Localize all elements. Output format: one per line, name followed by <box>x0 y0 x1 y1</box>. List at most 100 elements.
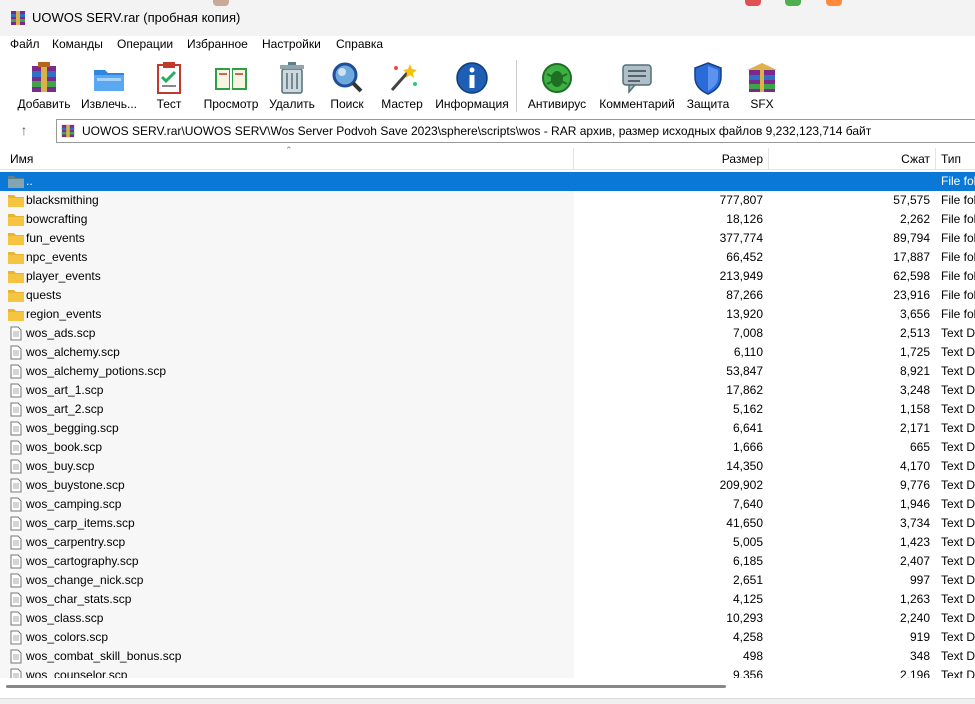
column-name[interactable]: Имя <box>10 148 33 170</box>
table-row[interactable]: region_events 13,920 3,656 File fol <box>0 305 975 324</box>
file-name: blacksmithing <box>26 193 99 207</box>
table-row[interactable]: wos_carpentry.scp 5,005 1,423 Text Do <box>0 533 975 552</box>
menu-commands[interactable]: Команды <box>52 37 103 51</box>
folder-icon <box>8 195 24 207</box>
file-type: Text Do <box>941 611 975 625</box>
file-size: 777,807 <box>719 193 763 207</box>
title-bar: UOWOS SERV.rar (пробная копия) <box>0 0 975 36</box>
table-row[interactable]: wos_book.scp 1,666 665 Text Do <box>0 438 975 457</box>
add-archive-icon <box>32 62 56 92</box>
file-name: wos_begging.scp <box>26 421 119 435</box>
file-type: Text Do <box>941 440 975 454</box>
comment-label: Комментарий <box>599 97 675 111</box>
column-divider[interactable] <box>768 148 769 170</box>
table-row[interactable]: wos_alchemy_potions.scp 53,847 8,921 Text D… <box>0 362 975 381</box>
test-button[interactable]: Тест <box>146 58 192 114</box>
view-label: Просмотр <box>203 97 259 111</box>
menu-favorites[interactable]: Избранное <box>187 37 248 51</box>
view-button[interactable]: Просмотр <box>200 58 262 114</box>
sort-arrow-icon: ⌃ <box>285 145 293 155</box>
magnifier-icon <box>332 62 363 93</box>
file-size: 7,640 <box>732 497 763 511</box>
table-row[interactable]: wos_combat_skill_bonus.scp 498 348 Text Do <box>0 647 975 666</box>
text-file-icon <box>10 497 22 512</box>
text-file-icon <box>10 326 22 341</box>
menu-operations[interactable]: Операции <box>117 37 173 51</box>
file-name: region_events <box>26 307 102 321</box>
file-type: File fol <box>941 231 975 245</box>
file-packed-size: 9,776 <box>899 478 930 492</box>
column-divider[interactable] <box>573 148 574 170</box>
bug-shield-icon <box>542 63 572 93</box>
text-file-icon <box>10 573 22 588</box>
file-name: wos_char_stats.scp <box>26 592 132 606</box>
table-row[interactable]: wos_ads.scp 7,008 2,513 Text Do <box>0 324 975 343</box>
table-row[interactable]: wos_class.scp 10,293 2,240 Text Do <box>0 609 975 628</box>
table-row[interactable]: wos_change_nick.scp 2,651 997 Text Do <box>0 571 975 590</box>
column-size[interactable]: Размер <box>580 148 763 170</box>
sfx-button[interactable]: SFX <box>738 58 786 114</box>
table-row[interactable]: wos_art_1.scp 17,862 3,248 Text Do <box>0 381 975 400</box>
antivirus-button[interactable]: Антивирус <box>524 58 590 114</box>
find-button[interactable]: Поиск <box>324 58 370 114</box>
up-arrow-icon: ↑ <box>20 122 28 138</box>
table-row[interactable]: bowcrafting 18,126 2,262 File fol <box>0 210 975 229</box>
table-row[interactable]: wos_camping.scp 7,640 1,946 Text Do <box>0 495 975 514</box>
extract-label: Извлечь... <box>80 97 137 111</box>
file-packed-size: 2,240 <box>899 611 930 625</box>
column-divider[interactable] <box>935 148 936 170</box>
file-size: 13,920 <box>726 307 763 321</box>
file-type: Text Do <box>941 516 975 530</box>
table-row[interactable]: blacksmithing 777,807 57,575 File fol <box>0 191 975 210</box>
column-type[interactable]: Тип <box>941 148 961 170</box>
comment-button[interactable]: Комментарий <box>596 58 678 114</box>
file-size: 498 <box>742 649 763 663</box>
scrollbar-thumb[interactable] <box>6 685 726 688</box>
file-type: Text Do <box>941 630 975 644</box>
extract-button[interactable]: Извлечь... <box>78 58 140 114</box>
file-name: wos_camping.scp <box>26 497 122 511</box>
table-row[interactable]: wos_carp_items.scp 41,650 3,734 Text Do <box>0 514 975 533</box>
menu-settings[interactable]: Настройки <box>262 37 321 51</box>
delete-button[interactable]: Удалить <box>266 58 318 114</box>
file-name: wos_art_1.scp <box>26 383 104 397</box>
up-folder-button[interactable]: ↑ <box>14 122 34 140</box>
menu-help[interactable]: Справка <box>336 37 383 51</box>
table-row[interactable]: wos_buystone.scp 209,902 9,776 Text Do <box>0 476 975 495</box>
protect-shield-icon <box>694 62 722 95</box>
parent-folder-row[interactable]: .. File fol <box>0 172 975 191</box>
table-row[interactable]: npc_events 66,452 17,887 File fol <box>0 248 975 267</box>
table-row[interactable]: wos_buy.scp 14,350 4,170 Text Do <box>0 457 975 476</box>
file-size: 6,110 <box>733 345 763 359</box>
table-row[interactable]: wos_counselor.scp 9,356 2,196 Text Do <box>0 666 975 678</box>
table-row[interactable]: wos_cartography.scp 6,185 2,407 Text Do <box>0 552 975 571</box>
column-packed[interactable]: Сжат <box>770 148 930 170</box>
file-size: 2,651 <box>732 573 763 587</box>
path-text: UOWOS SERV.rar\UOWOS SERV\Wos Server Pod… <box>82 124 872 138</box>
info-button[interactable]: Информация <box>432 58 512 114</box>
protect-button[interactable]: Защита <box>684 58 732 114</box>
name-cell-background <box>0 229 574 248</box>
file-size: 66,452 <box>726 250 763 264</box>
text-file-icon <box>10 516 22 531</box>
address-bar: ↑ UOWOS SERV.rar\UOWOS SERV\Wos Server P… <box>0 116 975 146</box>
horizontal-scrollbar[interactable] <box>0 678 975 698</box>
table-row[interactable]: wos_colors.scp 4,258 919 Text Do <box>0 628 975 647</box>
file-name: wos_alchemy_potions.scp <box>26 364 167 378</box>
add-button[interactable]: Добавить <box>14 58 74 114</box>
table-row[interactable]: wos_char_stats.scp 4,125 1,263 Text Do <box>0 590 975 609</box>
table-row[interactable]: wos_art_2.scp 5,162 1,158 Text Do <box>0 400 975 419</box>
file-packed-size: 348 <box>909 649 930 663</box>
wizard-button[interactable]: Мастер <box>376 58 428 114</box>
sfx-label: SFX <box>750 97 774 111</box>
table-row[interactable]: player_events 213,949 62,598 File fol <box>0 267 975 286</box>
path-field[interactable]: UOWOS SERV.rar\UOWOS SERV\Wos Server Pod… <box>56 119 975 143</box>
file-packed-size: 3,734 <box>899 516 930 530</box>
text-file-icon <box>10 554 22 569</box>
table-row[interactable]: wos_begging.scp 6,641 2,171 Text Do <box>0 419 975 438</box>
table-row[interactable]: wos_alchemy.scp 6,110 1,725 Text Do <box>0 343 975 362</box>
table-row[interactable]: fun_events 377,774 89,794 File fol <box>0 229 975 248</box>
file-type: Text Do <box>941 554 975 568</box>
table-row[interactable]: quests 87,266 23,916 File fol <box>0 286 975 305</box>
menu-file[interactable]: Файл <box>10 37 40 51</box>
